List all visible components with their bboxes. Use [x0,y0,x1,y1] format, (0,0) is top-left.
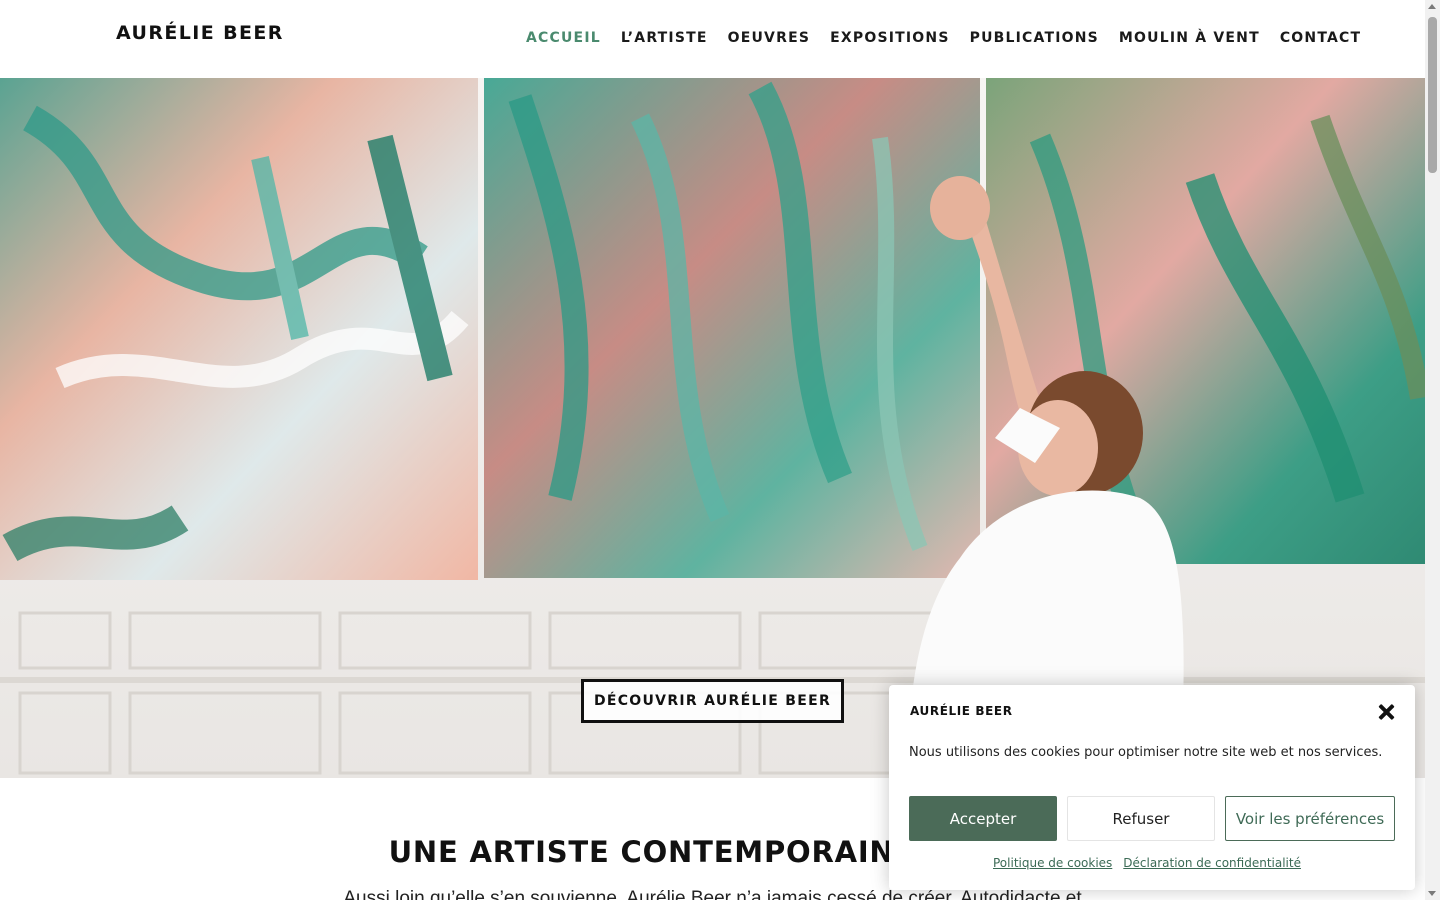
nav-item-accueil[interactable]: ACCUEIL [526,30,601,46]
cookie-banner-links: Politique de cookies Déclaration de conf… [993,856,1301,870]
accept-cookies-button[interactable]: Accepter [909,796,1057,841]
close-icon[interactable] [1375,701,1397,723]
site-logo[interactable]: AURÉLIE BEER [116,22,284,44]
cookie-banner-text: Nous utilisons des cookies pour optimise… [909,745,1383,760]
nav-item-expositions[interactable]: EXPOSITIONS [830,30,949,46]
nav-item-moulin-a-vent[interactable]: MOULIN À VENT [1119,30,1260,46]
hero-image [0,78,1425,778]
privacy-statement-link[interactable]: Déclaration de confidentialité [1123,856,1301,870]
nav-item-artiste[interactable]: L’ARTISTE [621,30,708,46]
scroll-down-arrow-icon[interactable] [1428,891,1436,896]
site-header: AURÉLIE BEER ACCUEIL L’ARTISTE OEUVRES E… [0,0,1425,78]
page-scrollbar[interactable] [1425,0,1440,900]
nav-item-oeuvres[interactable]: OEUVRES [728,30,811,46]
discover-artist-button[interactable]: DÉCOUVRIR AURÉLIE BEER [581,679,844,723]
scroll-up-arrow-icon[interactable] [1428,4,1436,9]
view-preferences-button[interactable]: Voir les préférences [1225,796,1395,841]
cookie-policy-link[interactable]: Politique de cookies [993,856,1112,870]
cookie-banner-title: AURÉLIE BEER [910,704,1013,718]
hero-section: DÉCOUVRIR AURÉLIE BEER [0,78,1425,778]
main-nav: ACCUEIL L’ARTISTE OEUVRES EXPOSITIONS PU… [526,30,1381,46]
scrollbar-thumb[interactable] [1428,17,1437,173]
refuse-cookies-button[interactable]: Refuser [1067,796,1215,841]
nav-item-publications[interactable]: PUBLICATIONS [970,30,1099,46]
nav-item-contact[interactable]: CONTACT [1280,30,1361,46]
cookie-banner: AURÉLIE BEER Nous utilisons des cookies … [889,685,1415,890]
